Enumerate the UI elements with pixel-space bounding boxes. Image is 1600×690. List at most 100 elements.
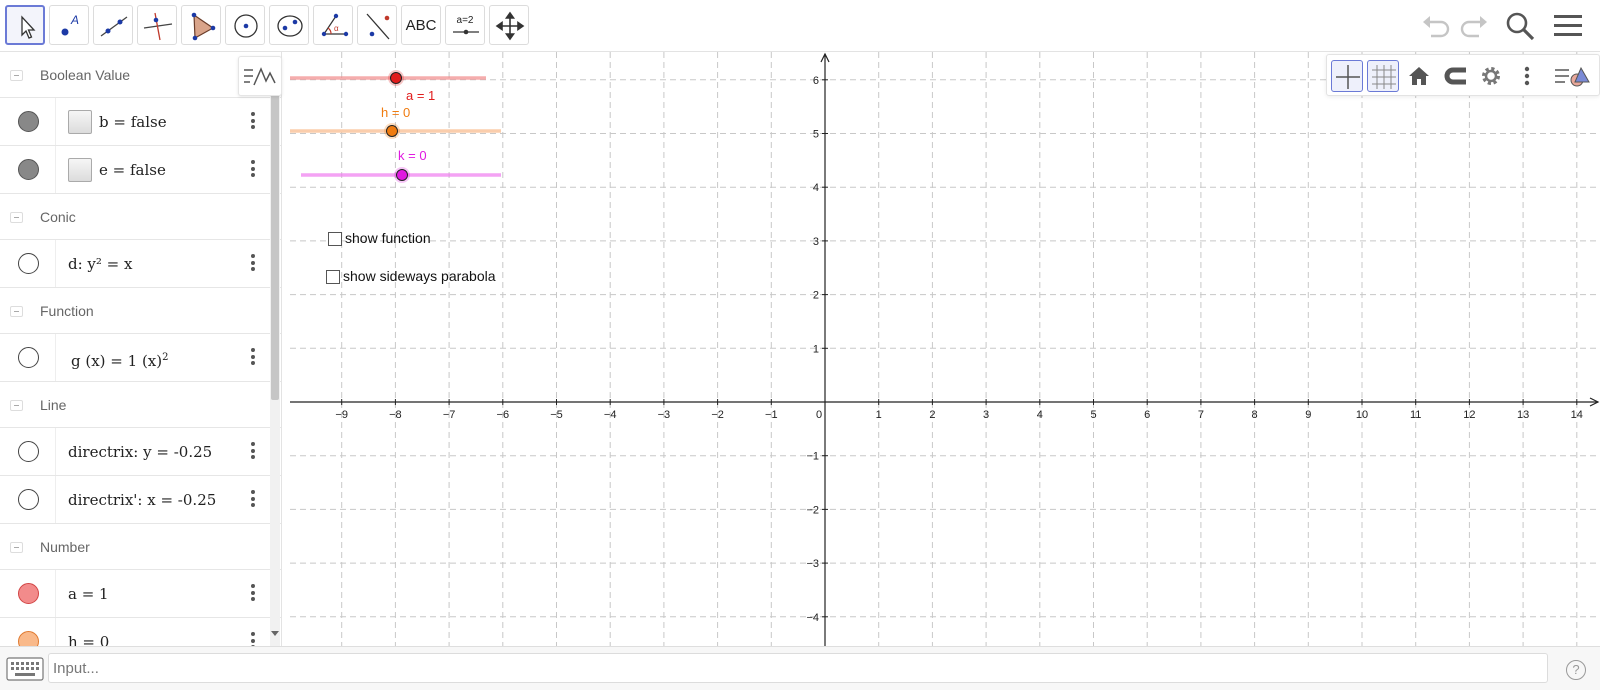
x-tick-label: −8 (389, 409, 402, 421)
visibility-marble[interactable] (18, 347, 39, 368)
y-tick-label: −3 (806, 558, 819, 570)
category-conic[interactable]: Conic (0, 194, 281, 240)
visibility-marble[interactable] (18, 489, 39, 510)
algebra-row-directrix-prime[interactable]: directrix': x = -0.25 (0, 476, 281, 524)
collapse-icon[interactable] (10, 542, 23, 553)
scroll-down-arrow-icon[interactable] (271, 631, 279, 636)
undo-button[interactable] (1419, 8, 1455, 44)
boolean-checkbox[interactable] (68, 158, 92, 182)
visibility-marble[interactable] (18, 253, 39, 274)
redo-button[interactable] (1455, 8, 1491, 44)
category-function[interactable]: Function (0, 288, 281, 334)
algebra-definition[interactable]: e = false (99, 146, 166, 194)
collapse-icon[interactable] (10, 70, 23, 81)
search-icon (1506, 12, 1535, 41)
visibility-marble[interactable] (18, 111, 39, 132)
algebra-row-b[interactable]: b = false (0, 98, 281, 146)
reflect-tool-button[interactable] (357, 5, 397, 45)
category-line[interactable]: Line (0, 382, 281, 428)
slider-a-knob[interactable] (390, 72, 402, 84)
collapse-icon[interactable] (10, 306, 23, 317)
perpendicular-tool-button[interactable] (137, 5, 177, 45)
more-options-icon[interactable] (251, 254, 255, 274)
x-tick-label: −2 (711, 409, 724, 421)
slider-tool-button[interactable]: a=2 (445, 5, 485, 45)
graphics-view[interactable]: −9 −8 −7 −6 −5 −4 −3 −2 −1 0 1 2 3 4 5 6 7 8 9 10 11 12 13 14 6 5… (290, 52, 1600, 646)
geogebra-app: A α ABC a=2 Boolean Value b = false e = … (0, 0, 1600, 690)
visibility-marble[interactable] (18, 159, 39, 180)
more-options-button[interactable] (1511, 60, 1543, 92)
search-button[interactable] (1502, 8, 1538, 44)
visibility-marble[interactable] (18, 441, 39, 462)
category-number[interactable]: Number (0, 524, 281, 570)
toggle-axes-button[interactable] (1331, 60, 1363, 92)
category-label: Number (40, 539, 90, 555)
coordinate-plane[interactable]: −9 −8 −7 −6 −5 −4 −3 −2 −1 0 1 2 3 4 5 6 7 8 9 10 11 12 13 1465… (290, 52, 1600, 646)
more-options-icon[interactable] (251, 348, 255, 368)
graphics-style-bar-toggle[interactable] (1551, 60, 1597, 92)
slider-h-knob[interactable] (386, 125, 398, 137)
algebra-scrollbar-thumb[interactable] (271, 92, 279, 400)
algebra-row-e[interactable]: e = false (0, 146, 281, 194)
y-tick-label: 3 (813, 236, 819, 248)
line-icon (100, 16, 128, 37)
x-tick-label: 7 (1198, 409, 1204, 421)
move-graphics-tool-button[interactable] (489, 5, 529, 45)
more-options-icon[interactable] (251, 632, 255, 646)
algebra-definition[interactable]: directrix': x = -0.25 (68, 476, 216, 524)
x-tick-label: −5 (550, 409, 563, 421)
x-tick-label: 3 (983, 409, 989, 421)
more-options-icon[interactable] (251, 442, 255, 462)
visibility-marble[interactable] (18, 583, 39, 604)
main-menu-button[interactable] (1550, 8, 1586, 44)
polygon-tool-button[interactable] (181, 5, 221, 45)
grid-icon (1372, 65, 1396, 89)
algebra-row-directrix[interactable]: directrix: y = -0.25 (0, 428, 281, 476)
algebra-style-bar-toggle[interactable] (238, 56, 282, 96)
collapse-icon[interactable] (10, 212, 23, 223)
algebra-row-a[interactable]: a = 1 (0, 570, 281, 618)
algebra-row-g[interactable]: g (x) = 1 (x)2 (0, 334, 281, 382)
algebra-definition[interactable]: a = 1 (68, 570, 109, 618)
visibility-marble[interactable] (18, 631, 39, 646)
algebra-definition[interactable]: d: y² = x (68, 240, 132, 288)
help-icon[interactable]: ? (1566, 660, 1586, 680)
ellipse-icon (277, 15, 303, 37)
category-label: Conic (40, 209, 76, 225)
more-options-icon[interactable] (251, 112, 255, 132)
line-tool-button[interactable] (93, 5, 133, 45)
input-field[interactable] (48, 653, 1548, 683)
algebra-definition[interactable]: directrix: y = -0.25 (68, 428, 212, 476)
more-options-icon[interactable] (251, 490, 255, 510)
point-capturing-button[interactable] (1439, 60, 1471, 92)
more-options-icon[interactable] (251, 160, 255, 180)
ellipse-tool-button[interactable] (269, 5, 309, 45)
algebra-definition[interactable]: h = 0 (68, 618, 109, 646)
algebra-style-icon (244, 67, 276, 86)
collapse-icon[interactable] (10, 400, 23, 411)
show-sideways-parabola-checkbox[interactable] (326, 270, 340, 284)
svg-text:α: α (334, 24, 339, 33)
algebra-row-d[interactable]: d: y² = x (0, 240, 281, 288)
undo-icon (1423, 16, 1450, 38)
point-icon: A (61, 13, 79, 36)
slider-track-icon (453, 29, 479, 35)
circle-tool-button[interactable] (225, 5, 265, 45)
standard-view-button[interactable] (1403, 60, 1435, 92)
category-label: Line (40, 397, 67, 413)
move-tool-button[interactable] (5, 5, 45, 45)
angle-tool-button[interactable]: α (313, 5, 353, 45)
algebra-definition[interactable]: b = false (99, 98, 167, 146)
keyboard-icon[interactable] (6, 657, 44, 681)
toggle-grid-button[interactable] (1367, 60, 1399, 92)
graphics-settings-button[interactable] (1475, 60, 1507, 92)
show-function-checkbox[interactable] (328, 232, 342, 246)
slider-k-knob[interactable] (396, 169, 408, 181)
x-tick-label: −3 (658, 409, 671, 421)
text-tool-button[interactable]: ABC (401, 5, 441, 45)
algebra-row-h[interactable]: h = 0 (0, 618, 281, 646)
algebra-definition[interactable]: g (x) = 1 (x)2 (71, 334, 169, 385)
more-options-icon[interactable] (251, 584, 255, 604)
point-tool-button[interactable]: A (49, 5, 89, 45)
boolean-checkbox[interactable] (68, 110, 92, 134)
